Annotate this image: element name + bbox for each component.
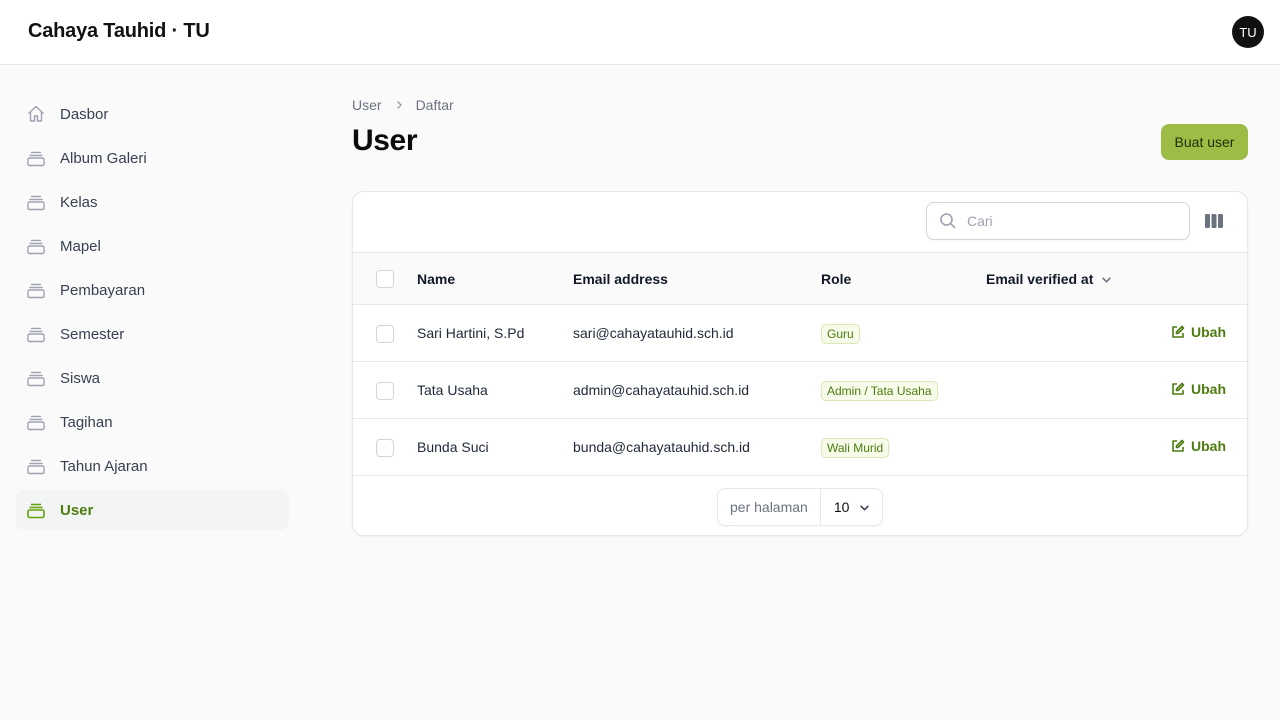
user-email: admin@cahayatauhid.sch.id (573, 382, 750, 398)
chevron-down-icon (859, 502, 870, 513)
app-title[interactable]: Cahaya Tauhid · TU (28, 20, 210, 43)
per-page-select[interactable]: 10 (821, 489, 883, 525)
user-name: Tata Usaha (417, 382, 488, 398)
sidebar-item-label: Pembayaran (60, 281, 146, 299)
sidebar-item-pembayaran[interactable]: Pembayaran (16, 270, 289, 310)
table-toolbar (353, 192, 1247, 252)
create-user-button[interactable]: Buat user (1161, 124, 1248, 160)
sidebar-item-dasbor[interactable]: Dasbor (16, 94, 289, 134)
edit-label: Ubah (1191, 438, 1226, 454)
avatar[interactable]: TU (1232, 16, 1264, 48)
user-name: Sari Hartini, S.Pd (417, 325, 525, 341)
edit-button[interactable]: Ubah (1171, 381, 1226, 397)
sidebar-item-tagihan[interactable]: Tagihan (16, 402, 289, 442)
sidebar-item-label: Tahun Ajaran (60, 457, 148, 475)
user-email: bunda@cahayatauhid.sch.id (573, 439, 750, 455)
edit-label: Ubah (1191, 381, 1226, 397)
table-row: Sari Hartini, S.Pd sari@cahayatauhid.sch… (353, 305, 1247, 362)
stack-icon (26, 456, 46, 476)
select-all-checkbox[interactable] (376, 270, 394, 288)
sidebar-item-label: User (60, 501, 94, 519)
users-table-card: Name Email address Role Email verified a… (352, 191, 1248, 536)
sidebar-item-semester[interactable]: Semester (16, 314, 289, 354)
stack-icon (26, 192, 46, 212)
breadcrumb-item-user[interactable]: User (352, 97, 382, 113)
role-badge: Guru (821, 324, 860, 344)
stack-icon (26, 368, 46, 388)
chevron-right-icon (394, 100, 404, 110)
sidebar-item-label: Semester (60, 325, 125, 343)
top-bar: Cahaya Tauhid · TU TU (0, 0, 1280, 65)
sidebar-item-label: Kelas (60, 193, 98, 211)
page-title: User (352, 124, 418, 157)
chevron-down-icon (1101, 274, 1112, 285)
column-header-label: Email verified at (986, 271, 1094, 287)
stack-icon (26, 324, 46, 344)
per-page-value: 10 (833, 499, 850, 515)
columns-toggle-icon[interactable] (1204, 212, 1224, 230)
sidebar-item-user[interactable]: User (16, 490, 289, 530)
user-name: Bunda Suci (417, 439, 489, 455)
column-header-name[interactable]: Name (417, 271, 455, 287)
sidebar-item-label: Mapel (60, 237, 101, 255)
pagination: per halaman 10 (717, 488, 884, 526)
search-input[interactable] (967, 213, 1167, 229)
stack-icon (26, 412, 46, 432)
sidebar: Dasbor Album Galeri Kelas Mapel Pembayar… (16, 94, 289, 534)
row-checkbox[interactable] (376, 325, 394, 343)
sidebar-item-label: Siswa (60, 369, 101, 387)
sidebar-item-mapel[interactable]: Mapel (16, 226, 289, 266)
search-icon (939, 212, 957, 230)
stack-icon (26, 236, 46, 256)
sidebar-item-album-galeri[interactable]: Album Galeri (16, 138, 289, 178)
role-badge: Admin / Tata Usaha (821, 381, 938, 401)
sidebar-item-siswa[interactable]: Siswa (16, 358, 289, 398)
sidebar-item-kelas[interactable]: Kelas (16, 182, 289, 222)
column-header-email-verified[interactable]: Email verified at (986, 271, 1112, 287)
role-badge: Wali Murid (821, 438, 890, 458)
breadcrumb-item-daftar: Daftar (415, 97, 454, 113)
per-page-label: per halaman (718, 489, 821, 525)
home-icon (26, 104, 46, 124)
stack-icon (26, 280, 46, 300)
sidebar-item-label: Dasbor (60, 105, 109, 123)
table-row: Bunda Suci bunda@cahayatauhid.sch.id Wal… (353, 419, 1247, 476)
stack-icon (26, 148, 46, 168)
row-checkbox[interactable] (376, 382, 394, 400)
column-header-role[interactable]: Role (821, 271, 851, 287)
stack-icon (26, 500, 46, 520)
edit-label: Ubah (1191, 324, 1226, 340)
user-email: sari@cahayatauhid.sch.id (573, 325, 734, 341)
edit-icon (1171, 439, 1185, 453)
edit-icon (1171, 382, 1185, 396)
breadcrumb: User Daftar (352, 97, 454, 113)
sidebar-item-label: Album Galeri (60, 149, 147, 167)
table-row: Tata Usaha admin@cahayatauhid.sch.id Adm… (353, 362, 1247, 419)
row-checkbox[interactable] (376, 439, 394, 457)
edit-icon (1171, 325, 1185, 339)
sidebar-item-label: Tagihan (60, 413, 113, 431)
table-header: Name Email address Role Email verified a… (353, 252, 1247, 305)
edit-button[interactable]: Ubah (1171, 438, 1226, 454)
search-box[interactable] (926, 202, 1190, 240)
sidebar-item-tahun-ajaran[interactable]: Tahun Ajaran (16, 446, 289, 486)
edit-button[interactable]: Ubah (1171, 324, 1226, 340)
column-header-email[interactable]: Email address (573, 271, 668, 287)
